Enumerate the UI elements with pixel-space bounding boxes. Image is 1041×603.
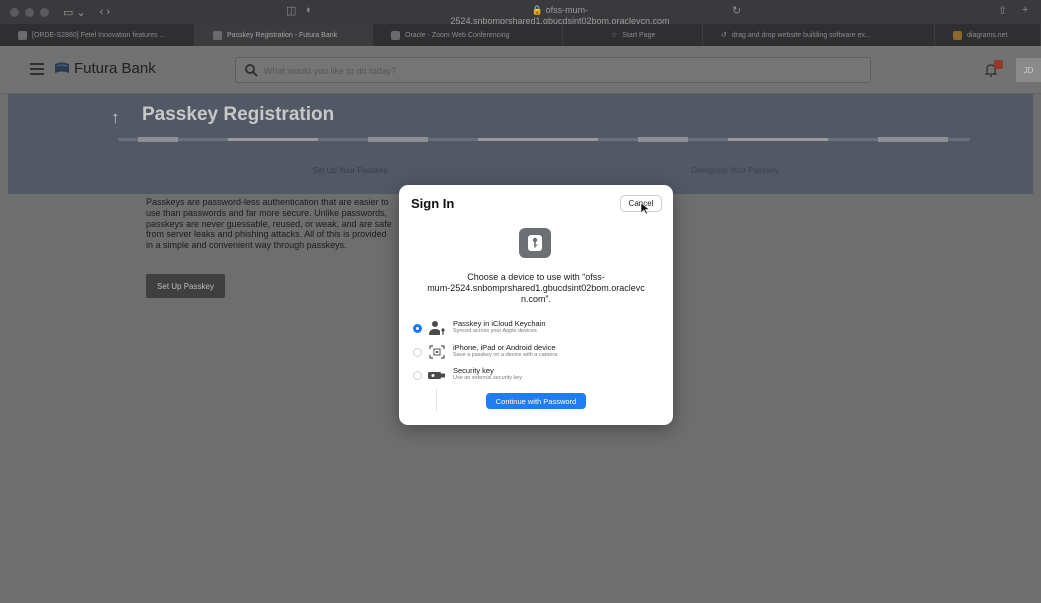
back-forward-icon[interactable]: ‹ › — [100, 6, 110, 18]
option-phone-device[interactable]: iPhone, iPad or Android device Save a pa… — [413, 342, 613, 364]
notification-badge — [994, 60, 1003, 69]
new-tab-icon[interactable]: + — [1022, 4, 1028, 16]
person-key-icon — [429, 321, 445, 335]
hamburger-menu-icon[interactable] — [30, 63, 44, 75]
decorative-stripe — [118, 137, 970, 142]
user-avatar[interactable]: JD — [1016, 58, 1041, 82]
star-icon: ☆ — [611, 32, 618, 39]
tab-favicon-icon — [391, 30, 400, 40]
radio-phone-device[interactable] — [413, 348, 422, 357]
mouse-cursor-icon — [641, 203, 650, 215]
tab-bar: [ORDE-S2860] Fetel Innovation features .… — [0, 24, 1041, 46]
choose-device-message: Choose a device to use with “ofss- mum-2… — [427, 272, 645, 304]
tab-passkey-registration[interactable]: Passkey Registration - Futura Bank — [195, 24, 373, 46]
dialog-title: Sign In — [411, 196, 455, 211]
browser-toolbar: ▭ ⌄ ‹ › ◫ ◐ 🔒 ofss-mum-2524.snbomprshare… — [0, 0, 1041, 26]
address-bar[interactable]: 🔒 ofss-mum-2524.snbomprshared1.gbucdsint… — [430, 5, 690, 26]
search-input[interactable] — [264, 62, 854, 79]
tab-favicon-icon — [18, 30, 27, 40]
page-title: Passkey Registration — [142, 104, 335, 125]
reload-icon[interactable]: ↻ — [732, 4, 741, 17]
tab-favicon-icon — [213, 30, 222, 40]
shield-icon[interactable]: ◫ — [286, 4, 296, 17]
tab-orde[interactable]: [ORDE-S2860] Fetel Innovation features .… — [0, 24, 195, 46]
futura-bank-logo-icon — [55, 62, 69, 73]
tab-diagrams[interactable]: diagrams.net — [935, 24, 1041, 46]
tab-favicon-icon: ↺ — [721, 32, 727, 39]
option-icloud-keychain[interactable]: Passkey in iCloud Keychain Synced across… — [413, 318, 613, 340]
back-arrow-icon[interactable]: ↑ — [111, 108, 120, 128]
continue-with-password-button[interactable]: Continue with Password — [486, 393, 586, 409]
brand-name: Futura Bank — [74, 60, 156, 77]
search-icon — [245, 64, 258, 77]
address-bar-url: ofss-mum-2524.snbomprshared1.gbucdsint02… — [450, 5, 670, 26]
share-icon[interactable]: ⇧ — [998, 4, 1007, 17]
tab-zoom[interactable]: Oracle - Zoom Web Conferencing — [373, 24, 563, 46]
tab-drag-and-drop[interactable]: ↺ drag and drop website building software… — [703, 24, 935, 46]
tab-favicon-icon — [953, 30, 962, 40]
set-up-passkey-button[interactable]: Set Up Passkey — [146, 274, 225, 298]
step-deregister-passkey[interactable]: Deregister Your Passkey — [660, 166, 810, 175]
divider — [436, 389, 437, 411]
sign-in-dialog: Sign In Cancel Choose a device to use wi… — [399, 185, 673, 425]
security-key-icon — [428, 372, 445, 379]
qr-scan-icon — [429, 345, 445, 359]
option-security-key[interactable]: Security key Use an external security ke… — [413, 365, 613, 387]
passkey-description: Passkeys are password-less authenticatio… — [146, 197, 392, 251]
step-set-up-passkey[interactable]: Set Up Your Passkey — [280, 166, 420, 175]
privacy-icon[interactable]: ◐ — [306, 4, 313, 16]
passkey-tile — [519, 228, 551, 258]
search-box[interactable] — [235, 57, 871, 83]
app-header: Futura Bank JD — [0, 46, 1041, 94]
key-icon — [528, 235, 542, 251]
window-controls[interactable] — [10, 7, 49, 17]
radio-security-key[interactable] — [413, 371, 422, 380]
radio-icloud-keychain[interactable] — [413, 324, 422, 333]
sidebar-toggle-icon[interactable]: ▭ ⌄ — [63, 6, 86, 19]
tab-start-page[interactable]: ☆ Start Page — [563, 24, 703, 46]
